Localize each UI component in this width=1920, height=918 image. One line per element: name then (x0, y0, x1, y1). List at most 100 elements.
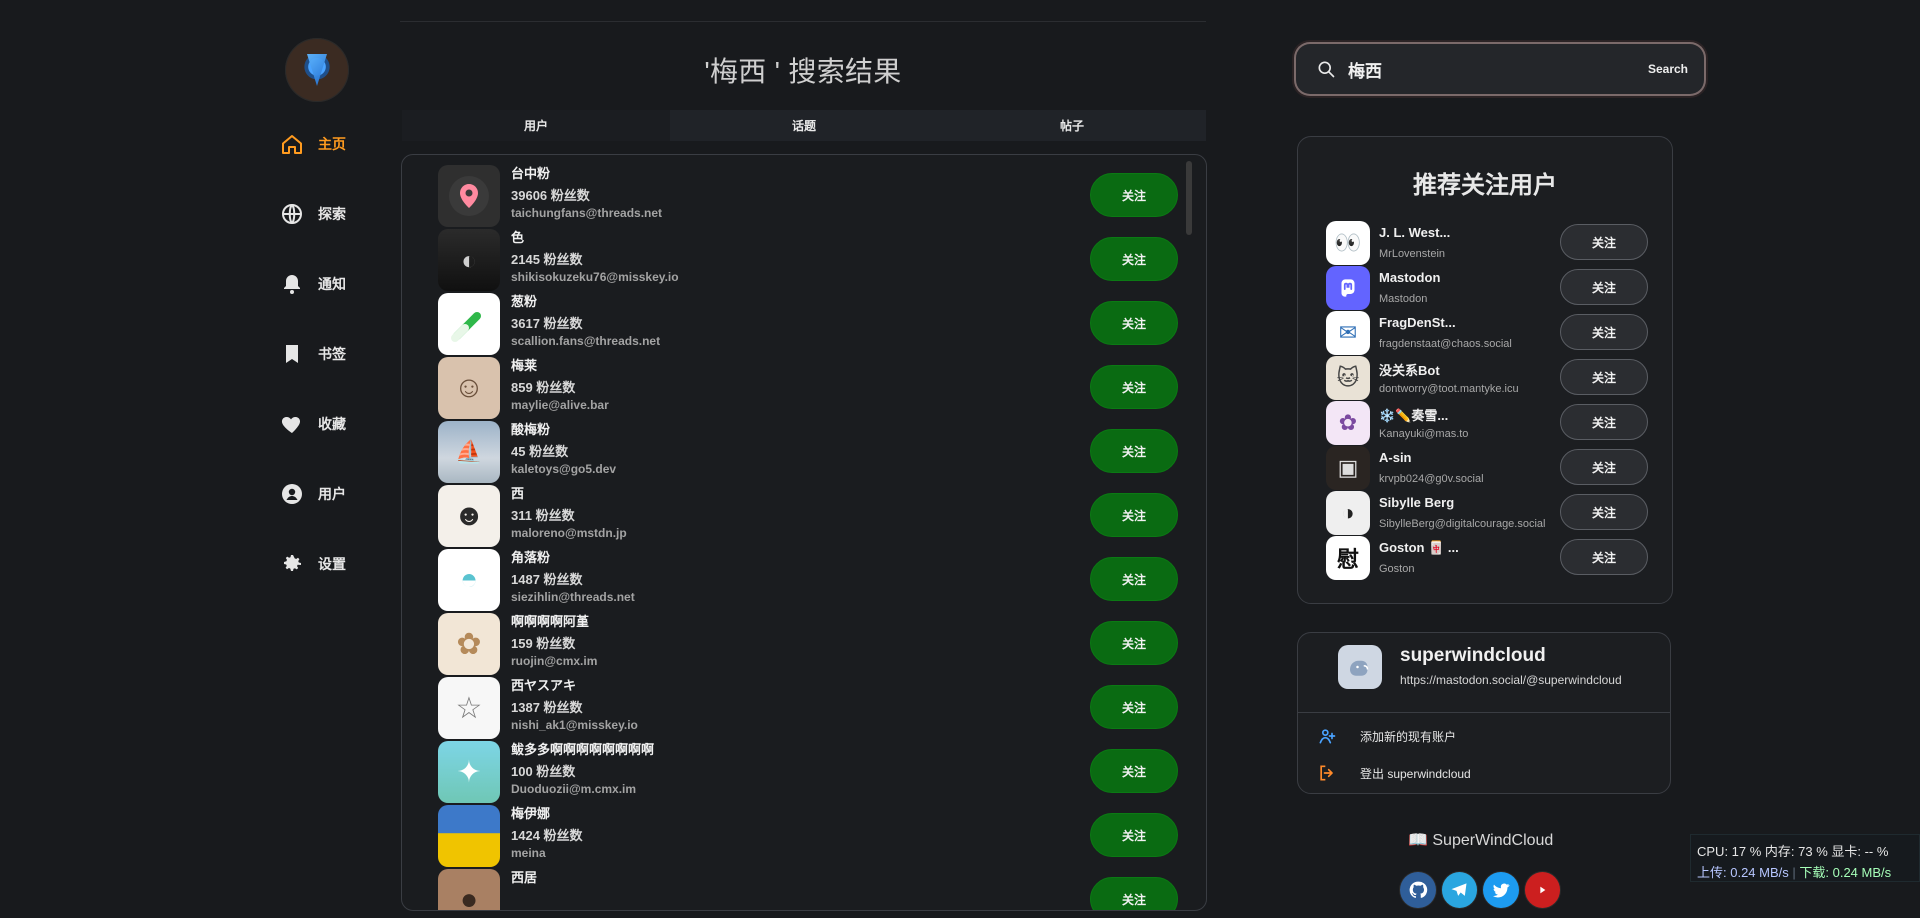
photo-icon[interactable]: ▣ (1326, 446, 1370, 490)
follow-button[interactable]: 关注 (1090, 749, 1178, 793)
user-handle[interactable]: kaletoys@go5.dev (511, 462, 616, 476)
tab-topics[interactable]: 话题 (670, 110, 938, 141)
github-icon[interactable] (1400, 872, 1436, 908)
user-name[interactable]: 梅莱 (511, 355, 537, 374)
avatar[interactable]: ● (438, 869, 500, 910)
recommend-name[interactable]: FragDenSt... (1379, 315, 1456, 330)
user-handle[interactable]: shikisokuzeku76@misskey.io (511, 270, 679, 284)
user-handle[interactable]: Duoduozii@m.cmx.im (511, 782, 636, 796)
follow-button[interactable]: 关注 (1090, 493, 1178, 537)
follow-button[interactable]: 关注 (1090, 685, 1178, 729)
follow-button[interactable]: 关注 (1090, 429, 1178, 473)
avatar[interactable]: ☺ (438, 357, 500, 419)
recommend-handle[interactable]: fragdenstaat@chaos.social (1379, 338, 1512, 350)
search-button[interactable]: Search (1648, 62, 1688, 76)
user-name[interactable]: 梅伊娜 (511, 803, 550, 822)
user-handle[interactable]: nishi_ak1@misskey.io (511, 718, 638, 732)
nav-item-explore[interactable]: 探索 (280, 200, 410, 228)
user-handle[interactable]: ruojin@cmx.im (511, 654, 597, 668)
follow-button[interactable]: 关注 (1090, 365, 1178, 409)
user-handle[interactable]: taichungfans@threads.net (511, 206, 662, 220)
user-handle[interactable]: maylie@alive.bar (511, 398, 609, 412)
add-account-action[interactable]: 添加新的现有账户 (1316, 725, 1456, 747)
recommend-name[interactable]: Mastodon (1379, 270, 1440, 285)
nav-item-users[interactable]: 用户 (280, 480, 410, 508)
follow-button[interactable]: 关注 (1090, 813, 1178, 857)
anime-girl-icon[interactable]: ✿ (1326, 401, 1370, 445)
follow-button[interactable]: 关注 (1560, 494, 1648, 530)
user-name[interactable]: 西居 (511, 867, 537, 886)
cartoon-eyes-icon[interactable]: 👀 (1326, 221, 1370, 265)
user-handle[interactable]: maloreno@mstdn.jp (511, 526, 627, 540)
avatar[interactable]: ☆ (438, 677, 500, 739)
follow-button[interactable]: 关注 (1090, 877, 1178, 910)
recommend-name[interactable]: ❄️✏️奏雪... (1379, 405, 1448, 424)
search-input[interactable] (1346, 58, 1606, 80)
avatar[interactable]: ◐ (438, 229, 500, 291)
follow-button[interactable]: 关注 (1090, 621, 1178, 665)
footer-brand[interactable]: 📖 SuperWindCloud (1408, 830, 1568, 850)
account-avatar[interactable] (1338, 645, 1382, 689)
recommend-handle[interactable]: krvpb024@g0v.social (1379, 473, 1484, 485)
avatar[interactable]: . (438, 805, 500, 867)
follow-button[interactable]: 关注 (1560, 269, 1648, 305)
nav-item-bookmarks[interactable]: 书签 (280, 340, 410, 368)
follow-button[interactable]: 关注 (1090, 173, 1178, 217)
follow-button[interactable]: 关注 (1560, 539, 1648, 575)
user-handle[interactable]: siezihlin@threads.net (511, 590, 635, 604)
twitter-icon[interactable] (1483, 872, 1519, 908)
telegram-icon[interactable] (1441, 872, 1477, 908)
follow-button[interactable]: 关注 (1560, 314, 1648, 350)
avatar[interactable] (438, 165, 500, 227)
youtube-icon[interactable] (1524, 872, 1560, 908)
user-name[interactable]: 角落粉 (511, 547, 550, 566)
avatar[interactable]: ✿ (438, 613, 500, 675)
user-name[interactable]: 啊啊啊啊阿堇 (511, 611, 589, 630)
cat-icon[interactable]: 🐱 (1326, 356, 1370, 400)
user-name[interactable]: 葱粉 (511, 291, 537, 310)
nav-item-favorites[interactable]: 收藏 (280, 410, 410, 438)
recommend-handle[interactable]: SibylleBerg@digitalcourage.social (1379, 518, 1545, 530)
recommend-name[interactable]: A-sin (1379, 450, 1412, 465)
logout-action[interactable]: 登出 superwindcloud (1316, 762, 1471, 784)
app-logo[interactable] (285, 38, 349, 102)
user-name[interactable]: 鲅多多啊啊啊啊啊啊啊啊 (511, 739, 654, 758)
mail-icon[interactable]: ✉ (1326, 311, 1370, 355)
user-results-list[interactable]: 台中粉 39606 粉丝数 taichungfans@threads.net 关… (401, 154, 1207, 911)
user-name[interactable]: 台中粉 (511, 163, 550, 182)
user-handle[interactable]: scallion.fans@threads.net (511, 334, 660, 348)
tab-posts[interactable]: 帖子 (938, 110, 1206, 141)
avatar[interactable]: ✦ (438, 741, 500, 803)
avatar[interactable]: ☻ (438, 485, 500, 547)
recommend-handle[interactable]: Mastodon (1379, 293, 1427, 305)
recommend-handle[interactable]: Goston (1379, 563, 1414, 575)
avatar[interactable]: ◓ (438, 549, 500, 611)
user-name[interactable]: 酸梅粉 (511, 419, 550, 438)
kanji-icon[interactable]: 慰 (1326, 536, 1370, 580)
user-name[interactable]: 西ヤスアキ (511, 675, 576, 694)
tab-users[interactable]: 用户 (402, 110, 670, 141)
user-name[interactable]: 西 (511, 483, 524, 502)
recommend-name[interactable]: Goston 🀄 ... (1379, 540, 1459, 556)
user-handle[interactable]: meina (511, 846, 546, 860)
follow-button[interactable]: 关注 (1090, 301, 1178, 345)
follow-button[interactable]: 关注 (1090, 237, 1178, 281)
recommend-name[interactable]: J. L. West... (1379, 225, 1450, 240)
follow-button[interactable]: 关注 (1560, 359, 1648, 395)
user-name[interactable]: 色 (511, 227, 524, 246)
avatar[interactable] (438, 293, 500, 355)
recommend-name[interactable]: Sibylle Berg (1379, 495, 1454, 510)
portrait-icon[interactable]: ◑ (1326, 491, 1370, 535)
follow-button[interactable]: 关注 (1560, 224, 1648, 260)
follow-button[interactable]: 关注 (1560, 404, 1648, 440)
mastodon-icon[interactable] (1326, 266, 1370, 310)
recommend-handle[interactable]: dontworry@toot.mantyke.icu (1379, 383, 1519, 395)
follow-button[interactable]: 关注 (1560, 449, 1648, 485)
recommend-handle[interactable]: MrLovenstein (1379, 248, 1445, 260)
avatar[interactable]: ⛵ (438, 421, 500, 483)
nav-item-home[interactable]: 主页 (280, 130, 410, 158)
follow-button[interactable]: 关注 (1090, 557, 1178, 601)
recommend-name[interactable]: 没关系Bot (1379, 360, 1440, 379)
nav-item-settings[interactable]: 设置 (280, 550, 410, 578)
nav-item-notifications[interactable]: 通知 (280, 270, 410, 298)
